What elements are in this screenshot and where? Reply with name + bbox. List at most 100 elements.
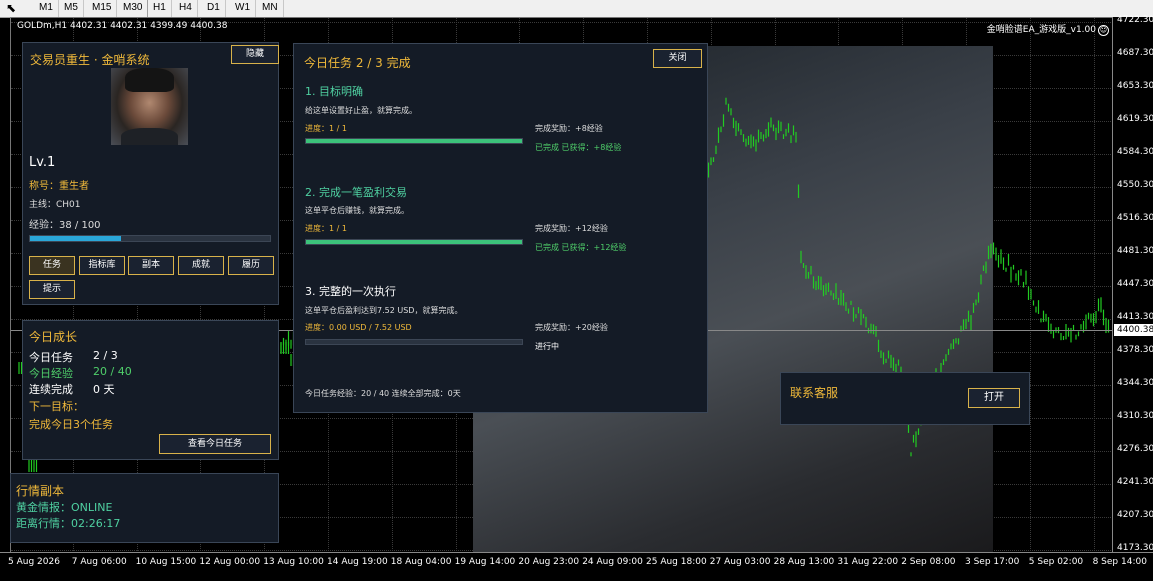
current-price-tag: 4400.38: [1114, 324, 1153, 336]
task-1-progress-fill: [306, 139, 522, 143]
task-1-reward: 完成奖励：+8经验: [535, 124, 603, 133]
time-tick-label: 5 Sep 02:00: [1028, 557, 1084, 567]
price-tick-label: 4447.30: [1117, 279, 1153, 289]
price-tick-label: 4550.30: [1117, 180, 1153, 190]
history-button[interactable]: 履历: [228, 256, 274, 275]
tf-m5[interactable]: M5: [59, 0, 84, 17]
market-title: 行情副本: [16, 484, 65, 498]
task-3-desc: 这单平仓后盈利达到7.52 USD，就算完成。: [305, 306, 463, 315]
market-countdown: 距离行情：02:26:17: [16, 517, 121, 530]
price-tick-label: 4413.30: [1117, 312, 1153, 322]
tf-m1[interactable]: M1: [34, 0, 59, 17]
time-tick-label: 7 Aug 06:00: [71, 557, 127, 567]
time-tick-label: 25 Aug 18:00: [646, 557, 707, 567]
task-2-name: 2. 完成一笔盈利交易: [305, 186, 407, 199]
mainline-label: 主线：CH01: [29, 200, 81, 210]
indicator-library-button[interactable]: 指标库: [79, 256, 125, 275]
growth-panel: 今日成长 今日任务 2 / 3 今日经验 20 / 40 连续完成 0 天 下一…: [22, 320, 279, 460]
price-axis: 4722.30 4687.30 4653.30 4619.30 4584.30 4550.…: [1112, 15, 1153, 553]
today-xp-value: 20 / 40: [93, 365, 132, 378]
price-tick-label: 4687.30: [1117, 48, 1153, 58]
today-tasks-value: 2 / 3: [93, 349, 118, 362]
task-2-progress-fill: [306, 240, 522, 244]
tasks-footer: 今日任务经验：20 / 40 连续全部完成：0天: [305, 389, 461, 398]
today-xp-label: 今日经验: [29, 367, 73, 380]
xp-label: 经验：38 / 100: [29, 220, 101, 231]
time-tick-label: 13 Aug 10:00: [263, 557, 324, 567]
task-3-status: 进行中: [535, 342, 559, 351]
next-goal-label: 下一目标：: [29, 400, 84, 413]
time-tick-label: 24 Aug 09:00: [582, 557, 643, 567]
price-tick-label: 4481.30: [1117, 246, 1153, 256]
streak-label: 连续完成: [29, 383, 73, 396]
task-2-progress-bar: [305, 239, 523, 245]
view-today-tasks-button[interactable]: 查看今日任务: [159, 434, 271, 454]
time-tick-label: 27 Aug 03:00: [709, 557, 771, 567]
time-tick-label: 5 Aug 2026: [8, 557, 60, 567]
time-tick-label: 19 Aug 14:00: [454, 557, 516, 567]
task-1-desc: 给这单设置好止盈，就算完成。: [305, 106, 417, 115]
next-goal-value: 完成今日3个任务: [29, 418, 113, 431]
time-tick-label: 8 Sep 14:00: [1092, 557, 1147, 567]
tasks-button[interactable]: 任务: [29, 256, 75, 275]
time-tick-label: 14 Aug 19:00: [327, 557, 388, 567]
price-tick-label: 4241.30: [1117, 477, 1153, 487]
task-1-status: 已完成 已获得：+8经验: [535, 143, 622, 152]
tf-h4[interactable]: H4: [174, 0, 198, 17]
xp-progress-fill: [30, 236, 122, 241]
close-button[interactable]: 关闭: [653, 49, 702, 68]
smiley-icon: ☺: [1098, 25, 1109, 36]
price-tick-label: 4310.30: [1117, 411, 1153, 421]
price-tick-label: 4584.30: [1117, 147, 1153, 157]
time-tick-label: 10 Aug 15:00: [135, 557, 197, 567]
service-panel: 联系客服 打开: [780, 372, 1030, 425]
price-tick-label: 4619.30: [1117, 114, 1153, 124]
task-3-name: 3. 完整的一次执行: [305, 285, 396, 298]
task-2-progress: 进度：1 / 1: [305, 224, 347, 233]
xp-progress-bar: [29, 235, 271, 242]
open-service-button[interactable]: 打开: [968, 388, 1020, 408]
time-tick-label: 31 Aug 22:00: [837, 557, 899, 567]
tf-m15[interactable]: M15: [87, 0, 118, 17]
tf-h1[interactable]: H1: [147, 0, 172, 17]
gold-intel-label: 黄金情报：ONLINE: [16, 501, 113, 514]
task-1-name: 1. 目标明确: [305, 85, 363, 98]
time-tick-label: 3 Sep 17:00: [965, 557, 1020, 567]
rank-label: 称号：重生者: [29, 181, 89, 192]
today-tasks-label: 今日任务: [29, 351, 73, 364]
task-1-progress-bar: [305, 138, 523, 144]
dungeon-button[interactable]: 副本: [128, 256, 174, 275]
hide-button[interactable]: 隐藏: [231, 45, 279, 64]
tasks-panel: 今日任务 2 / 3 完成 关闭 1. 目标明确 给这单设置好止盈，就算完成。 …: [293, 43, 708, 413]
task-2-desc: 这单平仓后赚钱，就算完成。: [305, 206, 409, 215]
price-tick-label: 4378.30: [1117, 345, 1153, 355]
time-tick-label: 2 Sep 08:00: [901, 557, 956, 567]
task-2-status: 已完成 已获得：+12经验: [535, 243, 627, 252]
task-3-progress-bar: [305, 339, 523, 345]
tf-m30[interactable]: M30: [118, 0, 149, 17]
chart-title: GOLDm,H1 4402.31 4402.31 4399.49 4400.38: [17, 21, 228, 31]
task-3-reward: 完成奖励：+20经验: [535, 323, 608, 332]
prompt-button[interactable]: 提示: [29, 280, 75, 299]
tf-d1[interactable]: D1: [202, 0, 226, 17]
streak-value: 0 天: [93, 383, 115, 396]
level-label: Lv.1: [29, 155, 56, 170]
price-tick-label: 4653.30: [1117, 81, 1153, 91]
tf-mn[interactable]: MN: [257, 0, 284, 17]
tf-w1[interactable]: W1: [230, 0, 256, 17]
achievements-button[interactable]: 成就: [178, 256, 224, 275]
task-1-progress: 进度：1 / 1: [305, 124, 347, 133]
service-title: 联系客服: [790, 386, 839, 400]
price-tick-label: 4344.30: [1117, 378, 1153, 388]
price-tick-label: 4276.30: [1117, 444, 1153, 454]
profile-title: 交易员重生 · 金哨系统: [30, 53, 150, 67]
task-2-reward: 完成奖励：+12经验: [535, 224, 608, 233]
price-tick-label: 4722.30: [1117, 15, 1153, 25]
timeframe-toolbar: ⬉ M1 M5 M15 M30 H1 H4 D1 W1 MN: [0, 0, 1153, 18]
ea-label-text: 金哨脸谱EA_游戏版_v1.00: [986, 25, 1096, 35]
time-tick-label: 20 Aug 23:00: [518, 557, 580, 567]
avatar: [111, 68, 188, 145]
arrow-pointer-icon[interactable]: ⬉: [6, 1, 16, 15]
price-tick-label: 4207.30: [1117, 510, 1153, 520]
profile-panel: 交易员重生 · 金哨系统 隐藏 Lv.1 称号：重生者 主线：CH01 经验：3…: [22, 42, 279, 305]
